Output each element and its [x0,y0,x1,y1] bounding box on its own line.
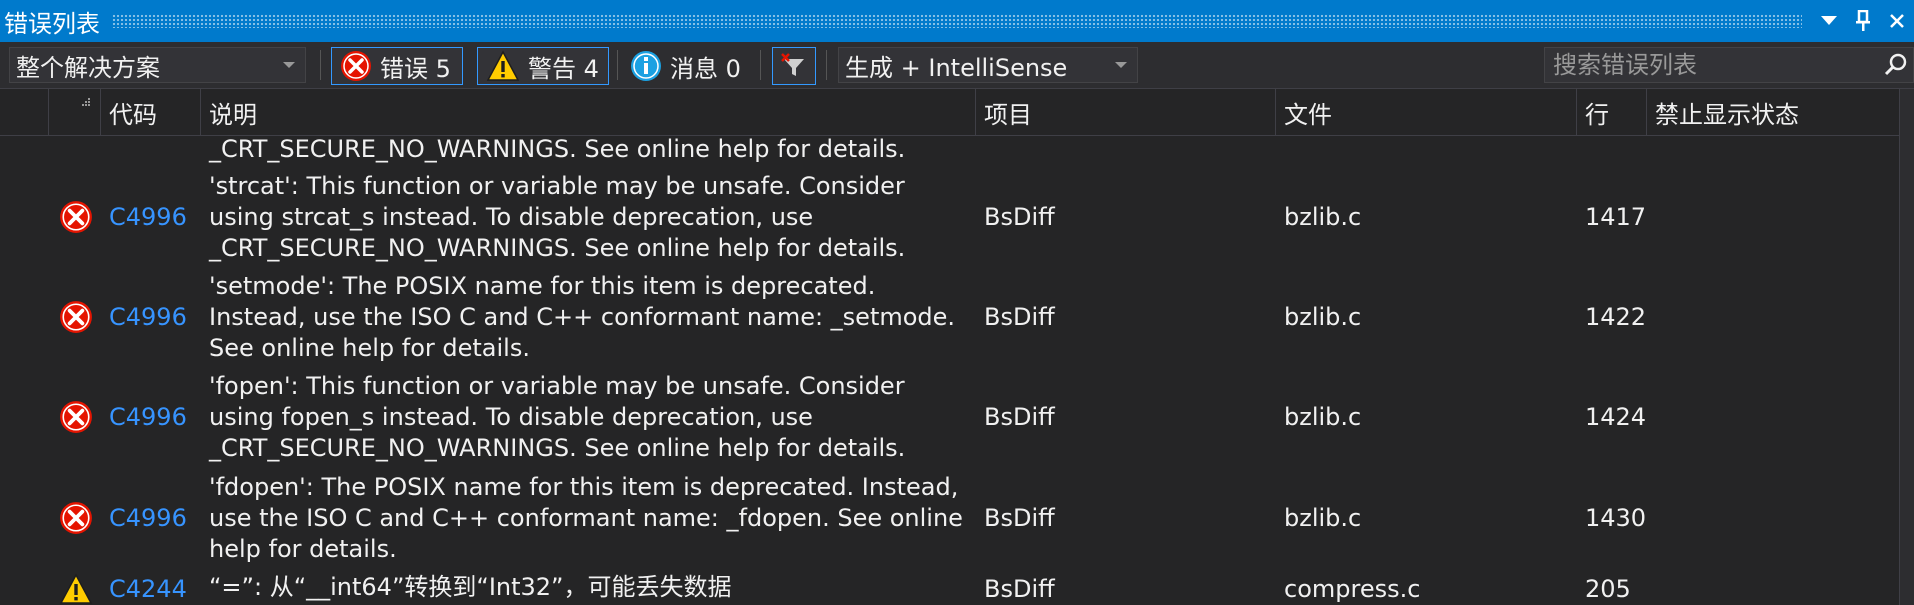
column-header-line-label: 行 [1585,100,1609,129]
row-file: compress.c [1284,575,1421,603]
scope-dropdown-value: 整个解决方案 [16,53,160,82]
search-input[interactable] [1545,50,1879,80]
error-list-header: 代码 说明 项目 文件 行 禁止显示状态 [0,89,1914,136]
column-header-severity[interactable] [49,89,101,135]
row-file: bzlib.c [1284,203,1362,231]
column-header-suppression[interactable]: 禁止显示状态 [1647,89,1900,135]
row-project: BsDiff [984,575,1055,603]
vertical-scrollbar[interactable] [1899,89,1914,605]
row-file: bzlib.c [1284,303,1362,331]
errors-filter-label: 错误 5 [380,54,451,83]
search-box[interactable] [1544,47,1914,83]
row-project: BsDiff [984,504,1055,532]
warning-icon [486,50,520,82]
dropdown-arrow-icon[interactable] [1812,0,1846,42]
tool-window-titlebar: 错误列表 [0,0,1914,42]
messages-filter-label: 消息 0 [670,54,741,83]
table-row[interactable]: C4996 'fdopen': The POSIX name for this … [0,469,1914,567]
error-icon [60,401,92,433]
column-header-code[interactable]: 代码 [101,89,201,135]
column-header-file-label: 文件 [1284,100,1332,129]
toolbar-separator [617,50,618,80]
column-header-description-label: 说明 [209,100,257,129]
chevron-down-icon [283,62,295,68]
column-header-line[interactable]: 行 [1577,89,1647,135]
row-code-link[interactable]: C4996 [109,268,187,366]
row-file: bzlib.c [1284,504,1362,532]
window-title: 错误列表 [4,9,100,38]
error-icon [340,50,372,82]
row-description: 'fopen': This function or variable may b… [209,372,906,462]
filter-clear-icon [779,51,809,81]
row-file: bzlib.c [1284,403,1362,431]
row-code-link[interactable]: C4996 [109,469,187,567]
messages-filter-button[interactable]: 消息 0 [622,47,752,85]
table-row-partial[interactable]: _CRT_SECURE_NO_WARNINGS. See online help… [0,136,1914,166]
search-icon[interactable] [1879,53,1913,77]
build-source-value: 生成 + IntelliSense [845,53,1068,82]
column-header-project-label: 项目 [984,100,1032,129]
column-header-project[interactable]: 项目 [976,89,1276,135]
warnings-filter-button[interactable]: 警告 4 [477,47,609,85]
row-line: 1422 [1585,303,1647,331]
row-project: BsDiff [984,303,1055,331]
error-list-rows[interactable]: _CRT_SECURE_NO_WARNINGS. See online help… [0,136,1914,605]
error-icon [60,502,92,534]
row-project: BsDiff [984,203,1055,231]
warnings-filter-label: 警告 4 [528,54,599,83]
column-header-description[interactable]: 说明 [201,89,976,135]
row-line: 1417 [1585,203,1647,231]
table-row[interactable]: C4996 'setmode': The POSIX name for this… [0,268,1914,366]
close-icon[interactable] [1880,0,1914,42]
column-header-file[interactable]: 文件 [1276,89,1577,135]
scope-dropdown[interactable]: 整个解决方案 [9,47,306,83]
warning-icon [59,573,93,604]
row-line: 1430 [1585,504,1647,532]
row-code-link[interactable]: C4996 [109,368,187,466]
row-project: BsDiff [984,403,1055,431]
error-icon [60,201,92,233]
pin-icon[interactable] [1846,0,1880,42]
row-line: 205 [1585,575,1631,603]
row-description: 'fdopen': The POSIX name for this item i… [209,473,963,563]
column-header-suppression-label: 禁止显示状态 [1655,100,1799,129]
column-grip-icon [82,98,92,108]
table-row[interactable]: C4996 'fopen': This function or variable… [0,368,1914,466]
toolbar-separator [760,50,761,80]
table-row[interactable]: C4244 “=”: 从“__int64”转换到“Int32”，可能丢失数据 B… [0,569,1914,605]
row-description: 'setmode': The POSIX name for this item … [209,272,956,362]
error-icon [60,301,92,333]
clear-filter-button[interactable] [772,47,816,85]
row-line: 1424 [1585,403,1647,431]
row-code-link[interactable]: C4996 [109,168,187,266]
build-source-dropdown[interactable]: 生成 + IntelliSense [838,47,1138,83]
row-code-link[interactable]: C4244 [109,569,187,605]
info-icon [630,50,662,82]
column-header-code-label: 代码 [109,100,157,129]
errors-filter-button[interactable]: 错误 5 [331,47,463,85]
table-row[interactable]: C4996 'strcat': This function or variabl… [0,168,1914,266]
toolbar-separator [320,50,321,80]
error-list-toolbar: 整个解决方案 错误 5 警告 4 消息 0 生成 + IntelliSense [0,42,1914,89]
toolbar-separator [826,50,827,80]
titlebar-grip[interactable] [112,14,1802,28]
row-description: _CRT_SECURE_NO_WARNINGS. See online help… [209,136,906,163]
row-description: “=”: 从“__int64”转换到“Int32”，可能丢失数据 [209,573,732,601]
row-description: 'strcat': This function or variable may … [209,172,906,262]
chevron-down-icon [1115,62,1127,68]
column-header-blank[interactable] [0,89,49,135]
